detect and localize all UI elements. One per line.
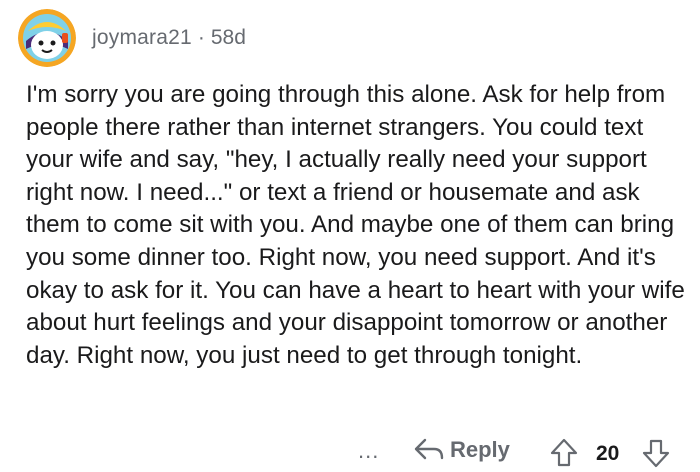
- reply-button[interactable]: Reply: [414, 437, 510, 463]
- upvote-button[interactable]: [550, 438, 578, 468]
- comment-age: 58d: [210, 26, 246, 49]
- comment-actions: ... Reply 20: [0, 432, 700, 472]
- more-options-button[interactable]: ...: [358, 440, 379, 462]
- comment-body: I'm sorry you are going through this alo…: [26, 81, 685, 369]
- reply-arrow-icon: [414, 438, 444, 460]
- avatar-icon[interactable]: [18, 9, 76, 67]
- comment-header: joymara21 · 58d: [18, 6, 246, 70]
- comment: joymara21 · 58d I'm sorry you are going …: [0, 0, 700, 471]
- reply-label: Reply: [450, 437, 510, 462]
- downvote-button[interactable]: [642, 438, 670, 468]
- comment-author[interactable]: joymara21: [92, 26, 192, 50]
- upvote-arrow-icon: [550, 438, 578, 467]
- vote-count: 20: [596, 442, 620, 465]
- meta-separator: ·: [197, 26, 205, 49]
- avatar-icon-graphic: [18, 9, 76, 67]
- downvote-arrow-icon: [642, 439, 670, 468]
